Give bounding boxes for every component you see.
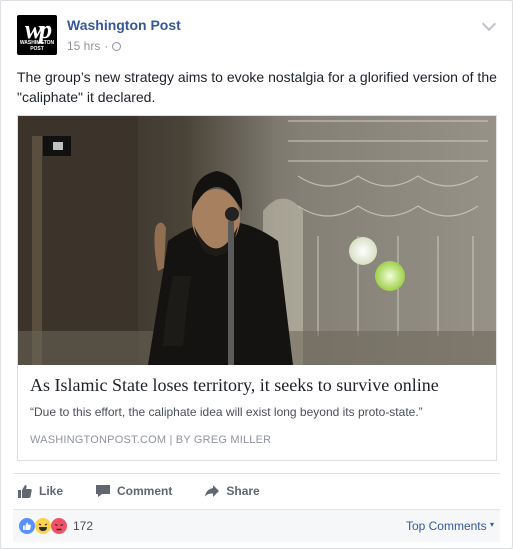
angry-reaction-glyph — [54, 523, 64, 531]
post-meta: 15 hrs · — [67, 39, 122, 53]
post-text: The group’s new strategy aims to evoke n… — [17, 69, 497, 105]
globe-icon[interactable] — [112, 41, 122, 51]
caret-down-icon: ▾ — [489, 520, 494, 529]
chevron-down-icon[interactable] — [481, 16, 497, 32]
post-card: wp WASHINGTON POST Washington Post 15 hr… — [0, 0, 513, 549]
share-button[interactable]: Share — [200, 475, 260, 507]
share-label: Share — [226, 484, 260, 498]
comment-button[interactable]: Comment — [91, 475, 172, 507]
photo-illustration — [18, 116, 496, 365]
link-description: “Due to this effort, the caliphate idea … — [30, 405, 423, 419]
like-icon[interactable] — [19, 518, 35, 534]
link-preview[interactable]: As Islamic State loses territory, it see… — [17, 115, 497, 461]
link-title[interactable]: As Islamic State loses territory, it see… — [30, 374, 490, 396]
like-label: Like — [39, 484, 64, 498]
page-name-link[interactable]: Washington Post — [67, 17, 181, 33]
link-photo[interactable] — [18, 116, 496, 365]
reactions-bar: 172 Top Comments ▾ — [13, 509, 500, 542]
meta-separator: · — [104, 39, 109, 53]
comment-label: Comment — [117, 484, 173, 498]
haha-reaction-glyph — [38, 523, 48, 531]
logo-wordmark: WASHINGTON POST — [19, 40, 55, 52]
top-comments-label: Top Comments — [405, 519, 487, 533]
angry-icon[interactable] — [51, 518, 67, 534]
link-source: WASHINGTONPOST.COM | BY GREG MILLER — [30, 434, 272, 446]
comment-icon — [96, 485, 111, 497]
like-reaction-glyph — [23, 522, 31, 530]
thumbs-up-icon — [18, 485, 32, 498]
page-avatar[interactable]: wp WASHINGTON POST — [17, 15, 57, 55]
action-bar: Like Comment Share — [13, 473, 500, 508]
share-icon — [205, 485, 220, 497]
top-comments-dropdown[interactable]: Top Comments ▾ — [406, 519, 494, 533]
post-header: wp WASHINGTON POST Washington Post 15 hr… — [17, 15, 497, 59]
post-timestamp[interactable]: 15 hrs — [67, 39, 100, 53]
haha-icon[interactable] — [35, 518, 51, 534]
reaction-count[interactable]: 172 — [73, 519, 93, 533]
like-button[interactable]: Like — [13, 475, 63, 507]
